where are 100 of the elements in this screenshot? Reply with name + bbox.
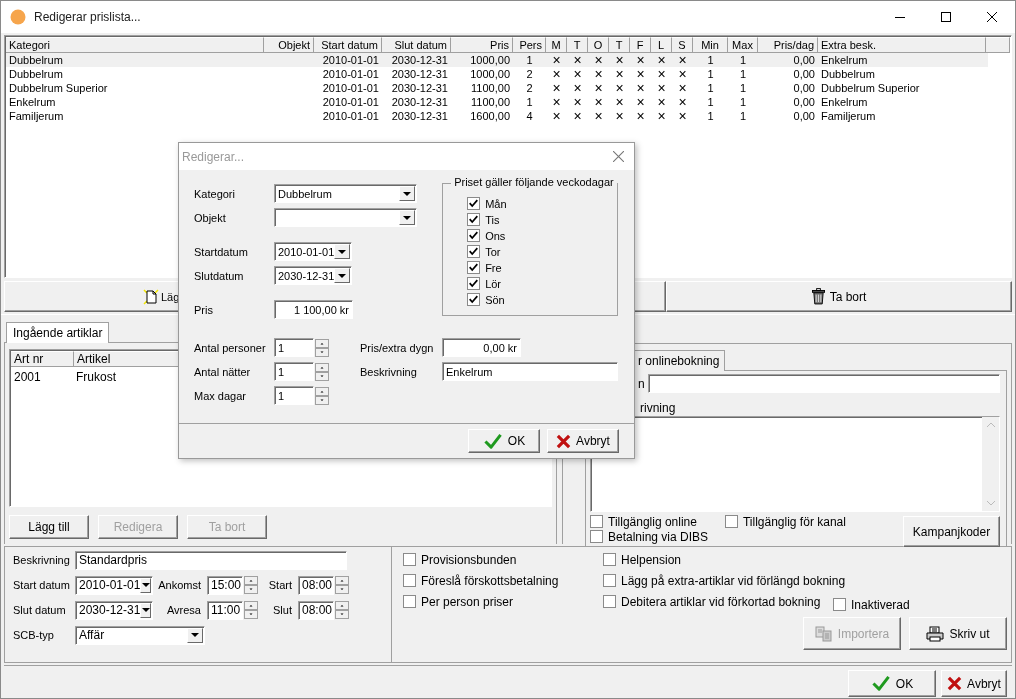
name-field[interactable] (647, 374, 1000, 393)
dropdown[interactable]: 2010-01-01 (274, 242, 352, 261)
checkbox[interactable] (467, 261, 481, 274)
column-header[interactable]: Min (693, 37, 728, 53)
number-field[interactable]: 1 (274, 362, 314, 381)
dropdown[interactable]: Affär (75, 625, 205, 645)
table-row[interactable]: Dubbelrum 2010-01-01 2030-12-31 1000,00 1 × × × × × × × 1 1 0,00 Enkelrum (6, 53, 988, 67)
column-header[interactable]: T (567, 37, 588, 53)
checkbox[interactable] (467, 229, 481, 242)
number-field[interactable]: 15:00 (207, 575, 243, 595)
action-button[interactable]: Lägg till (9, 515, 89, 539)
number-field[interactable]: 08:00 (298, 575, 334, 595)
table-cell-text: 1 (706, 109, 715, 123)
checkbox[interactable] (403, 574, 416, 587)
checkbox[interactable] (590, 515, 603, 528)
checkbox-label: Tillgänglig online (608, 514, 697, 529)
spin-button[interactable] (315, 362, 329, 381)
column-header[interactable]: T (609, 37, 630, 53)
close-icon[interactable] (613, 151, 624, 162)
checkbox[interactable] (467, 213, 481, 226)
ok-button[interactable]: OK (468, 429, 540, 453)
print-button[interactable]: Skriv ut (909, 617, 1007, 650)
field-label: Antal nätter (194, 365, 252, 378)
table-cell-text: × (572, 67, 583, 81)
table-row[interactable]: Familjerum 2010-01-01 2030-12-31 1600,00 4 × × × × × × × 1 1 0,00 Familjerum (6, 109, 1010, 123)
table-cell-text: 2030-12-31 (390, 95, 449, 109)
table-row[interactable]: Dubbelrum 2010-01-01 2030-12-31 1000,00 2 × × × × × × × 1 1 0,00 Dubbelrum (6, 67, 1010, 81)
dropdown[interactable] (274, 208, 417, 227)
checkbox-label: Sön (485, 293, 505, 306)
tab[interactable]: Ingående artiklar (6, 322, 110, 343)
checkbox[interactable] (467, 245, 481, 258)
checkbox[interactable] (603, 595, 616, 608)
spin-button[interactable] (335, 601, 349, 619)
column-header[interactable]: Objekt (264, 37, 314, 53)
column-header[interactable]: Kategori (6, 37, 264, 53)
checkbox[interactable] (403, 595, 416, 608)
ok-button[interactable]: OK (848, 670, 936, 697)
column-header[interactable]: Pris/dag (758, 37, 818, 53)
number-field[interactable]: 1 (274, 338, 314, 357)
column-header[interactable]: O (588, 37, 609, 53)
price-field[interactable]: 0,00 kr (442, 338, 521, 357)
spin-button[interactable] (335, 576, 349, 594)
number-field[interactable]: 11:00 (207, 600, 243, 620)
check-icon (482, 432, 503, 450)
dropdown[interactable]: 2030-12-31 (274, 266, 352, 285)
price-field[interactable]: 1 100,00 kr (274, 300, 353, 319)
table-cell-text: × (635, 95, 646, 109)
campaign-codes-button[interactable]: Kampanjkoder (903, 516, 1000, 547)
column-header[interactable]: F (630, 37, 651, 53)
dropdown[interactable]: 2030-12-31 (75, 600, 153, 620)
column-header[interactable]: Art nr (11, 351, 74, 367)
dropdown[interactable]: 2010-01-01 (75, 575, 153, 595)
table-cell-text: 0,00 (792, 109, 816, 123)
app-icon (10, 9, 26, 25)
number-field[interactable]: 1 (274, 386, 314, 405)
number-field[interactable]: 08:00 (298, 600, 334, 620)
column-header[interactable]: Slut datum (382, 37, 451, 53)
table-cell-text: × (614, 109, 625, 123)
checkbox-label: Tor (485, 245, 501, 258)
spin-button[interactable] (315, 386, 329, 405)
checkbox[interactable] (467, 277, 481, 290)
checkbox[interactable] (603, 574, 616, 587)
checkbox[interactable] (833, 598, 846, 611)
table-row[interactable]: Enkelrum 2010-01-01 2030-12-31 1100,00 1 × × × × × × × 1 1 0,00 Enkelrum (6, 95, 1010, 109)
table-row[interactable]: Dubbelrum Superior 2010-01-01 2030-12-31 1100,00 2 × × × × × × × 1 1 0,00 Dubbelrum Superior (6, 81, 1010, 95)
table-cell-text: 1 (738, 53, 748, 67)
column-header[interactable]: Pris (451, 37, 513, 53)
field-label: Slutdatum (194, 269, 245, 282)
dropdown[interactable]: Dubbelrum (274, 184, 417, 203)
column-header[interactable]: Max (728, 37, 758, 53)
description-field[interactable]: Enkelrum (442, 362, 618, 381)
column-header[interactable]: Extra besk. (818, 37, 986, 53)
table-cell-text: × (656, 95, 667, 109)
checkbox[interactable] (603, 553, 616, 566)
cancel-button[interactable]: Avbryt (941, 670, 1007, 697)
table-cell-text: × (572, 81, 583, 95)
table-cell-text: × (635, 109, 646, 123)
spin-button[interactable] (315, 338, 329, 357)
cancel-button[interactable]: Avbryt (547, 429, 619, 453)
description-field[interactable]: Standardpris (75, 550, 347, 570)
delete-button[interactable]: Ta bort (666, 281, 1012, 312)
table-cell-text: Familjerum (8, 109, 65, 123)
column-header[interactable]: Pers (513, 37, 546, 53)
field-label: Beskrivning (360, 365, 418, 378)
spin-button[interactable] (244, 576, 258, 594)
document-icon (814, 625, 833, 642)
spin-button[interactable] (244, 601, 258, 619)
checkbox[interactable] (724, 515, 738, 528)
field-label: rivning (640, 401, 677, 415)
checkbox[interactable] (590, 530, 603, 543)
checkbox[interactable] (403, 553, 416, 566)
checkbox[interactable] (467, 293, 481, 306)
column-header[interactable]: L (651, 37, 672, 53)
cross-icon (947, 676, 963, 691)
scroll-bar[interactable] (982, 417, 999, 511)
checkbox[interactable] (467, 197, 481, 210)
table-cell-text: 1 (738, 95, 748, 109)
column-header[interactable]: S (672, 37, 693, 53)
column-header[interactable]: Start datum (314, 37, 382, 53)
column-header[interactable]: M (546, 37, 567, 53)
